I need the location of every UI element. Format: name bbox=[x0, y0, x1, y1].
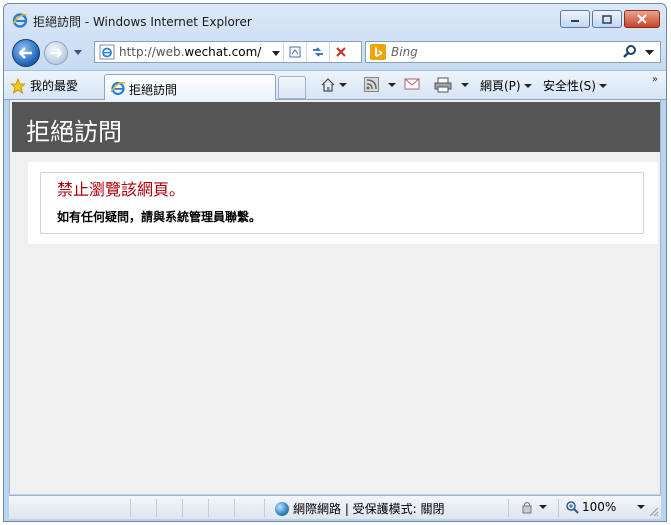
tab-label: 拒絕訪問 bbox=[129, 83, 178, 97]
page-header: 拒絕訪問 bbox=[12, 102, 660, 152]
feeds-dropdown-icon[interactable] bbox=[388, 82, 396, 87]
resize-grip-icon[interactable] bbox=[649, 507, 659, 517]
protected-mode-dropdown-icon bbox=[539, 505, 547, 509]
status-segment bbox=[507, 499, 509, 517]
security-zone-text: 網際網路 | 受保護模式: 關閉 bbox=[293, 502, 445, 516]
page-menu-button[interactable]: 網頁(P) bbox=[480, 77, 532, 94]
zoom-button[interactable]: 100% bbox=[565, 500, 646, 514]
mail-icon bbox=[404, 78, 420, 90]
minimize-icon bbox=[571, 20, 579, 22]
print-button[interactable] bbox=[434, 77, 469, 93]
ie-tab-icon bbox=[110, 81, 126, 96]
forward-arrow-icon bbox=[51, 48, 62, 58]
status-segment bbox=[157, 499, 183, 517]
status-segment bbox=[557, 499, 559, 517]
zoom-level: 100% bbox=[582, 500, 617, 514]
search-box[interactable]: Bing bbox=[365, 41, 661, 63]
back-button[interactable] bbox=[12, 39, 40, 67]
title-bar: 拒絕訪問 - Windows Internet Explorer bbox=[4, 4, 666, 34]
status-bar: 網際網路 | 受保護模式: 關閉 100% bbox=[9, 495, 661, 519]
status-segment bbox=[183, 499, 209, 517]
favorites-button[interactable]: 我的最愛 bbox=[10, 77, 78, 94]
search-dropdown-icon[interactable] bbox=[645, 49, 654, 56]
minimize-button[interactable] bbox=[560, 10, 590, 28]
tab-active[interactable]: 拒絕訪問 bbox=[104, 74, 276, 101]
status-segment bbox=[235, 499, 265, 517]
page-menu-dropdown-icon bbox=[523, 83, 532, 88]
status-segment bbox=[9, 499, 131, 517]
recent-pages-dropdown-icon[interactable] bbox=[72, 46, 84, 58]
refresh-icon bbox=[312, 47, 323, 57]
security-zone[interactable]: 網際網路 | 受保護模式: 關閉 bbox=[275, 500, 445, 517]
compatibility-view-button[interactable] bbox=[283, 42, 305, 62]
error-message: 如有任何疑問，請與系統管理員聯繫。 bbox=[57, 210, 262, 224]
address-bar[interactable]: http://web.wechat.com/ bbox=[94, 41, 362, 63]
error-box: 禁止瀏覽該網頁。 如有任何疑問，請與系統管理員聯繫。 bbox=[40, 172, 644, 234]
read-mail-button[interactable] bbox=[404, 77, 420, 90]
page-viewport: 拒絕訪問 禁止瀏覽該網頁。 如有任何疑問，請與系統管理員聯繫。 bbox=[9, 100, 661, 494]
stop-button[interactable] bbox=[329, 42, 351, 62]
home-dropdown-icon[interactable] bbox=[339, 83, 347, 87]
maximize-icon bbox=[602, 14, 612, 24]
back-arrow-icon bbox=[19, 47, 32, 59]
error-title: 禁止瀏覽該網頁。 bbox=[57, 180, 186, 199]
compatibility-view-icon bbox=[289, 46, 300, 58]
maximize-button[interactable] bbox=[592, 10, 622, 28]
lock-icon bbox=[522, 502, 532, 514]
refresh-button[interactable] bbox=[306, 42, 328, 62]
print-dropdown-icon[interactable] bbox=[461, 83, 469, 87]
protected-mode-button[interactable] bbox=[519, 500, 547, 514]
rss-feed-icon bbox=[364, 77, 379, 92]
status-segment bbox=[131, 499, 157, 517]
address-url[interactable]: http://web.wechat.com/ bbox=[119, 45, 261, 59]
page-menu-label: 網頁(P) bbox=[480, 79, 521, 93]
stop-icon bbox=[335, 47, 346, 57]
internet-globe-icon bbox=[275, 501, 289, 516]
address-dropdown-icon[interactable] bbox=[271, 49, 281, 57]
browser-window: 拒絕訪問 - Windows Internet Explorer http://… bbox=[3, 3, 667, 522]
status-segment bbox=[209, 499, 235, 517]
close-button[interactable] bbox=[624, 10, 660, 28]
window-controls bbox=[560, 10, 660, 28]
safety-menu-button[interactable]: 安全性(S) bbox=[543, 77, 607, 94]
zoom-dropdown-icon bbox=[637, 505, 646, 509]
error-panel: 禁止瀏覽該網頁。 如有任何疑問，請與系統管理員聯繫。 bbox=[28, 162, 658, 244]
forward-button[interactable] bbox=[44, 41, 68, 65]
home-button[interactable] bbox=[320, 77, 347, 93]
navigation-bar: http://web.wechat.com/ Bing bbox=[4, 36, 666, 68]
more-commands-chevron-icon[interactable]: » bbox=[652, 74, 658, 85]
ie-logo-icon bbox=[12, 13, 28, 28]
favorites-label: 我的最愛 bbox=[30, 79, 79, 93]
command-bar: 我的最愛 拒絕訪問 網頁(P) 安全性(S) » bbox=[4, 70, 666, 101]
zoom-magnifier-icon bbox=[566, 501, 579, 514]
close-icon bbox=[637, 14, 647, 24]
search-icon[interactable] bbox=[622, 44, 638, 60]
feeds-button[interactable] bbox=[364, 77, 396, 92]
new-tab-button[interactable] bbox=[278, 76, 306, 99]
window-title: 拒絕訪問 - Windows Internet Explorer bbox=[33, 15, 252, 29]
safety-menu-dropdown-icon bbox=[598, 83, 607, 88]
favorites-star-icon bbox=[10, 77, 26, 94]
page-header-title: 拒絕訪問 bbox=[26, 118, 122, 146]
bing-logo-icon bbox=[370, 44, 386, 60]
printer-icon bbox=[434, 77, 452, 93]
search-placeholder: Bing bbox=[391, 45, 418, 59]
page-favicon-icon bbox=[99, 44, 115, 60]
safety-menu-label: 安全性(S) bbox=[543, 79, 596, 93]
home-icon bbox=[321, 78, 335, 92]
